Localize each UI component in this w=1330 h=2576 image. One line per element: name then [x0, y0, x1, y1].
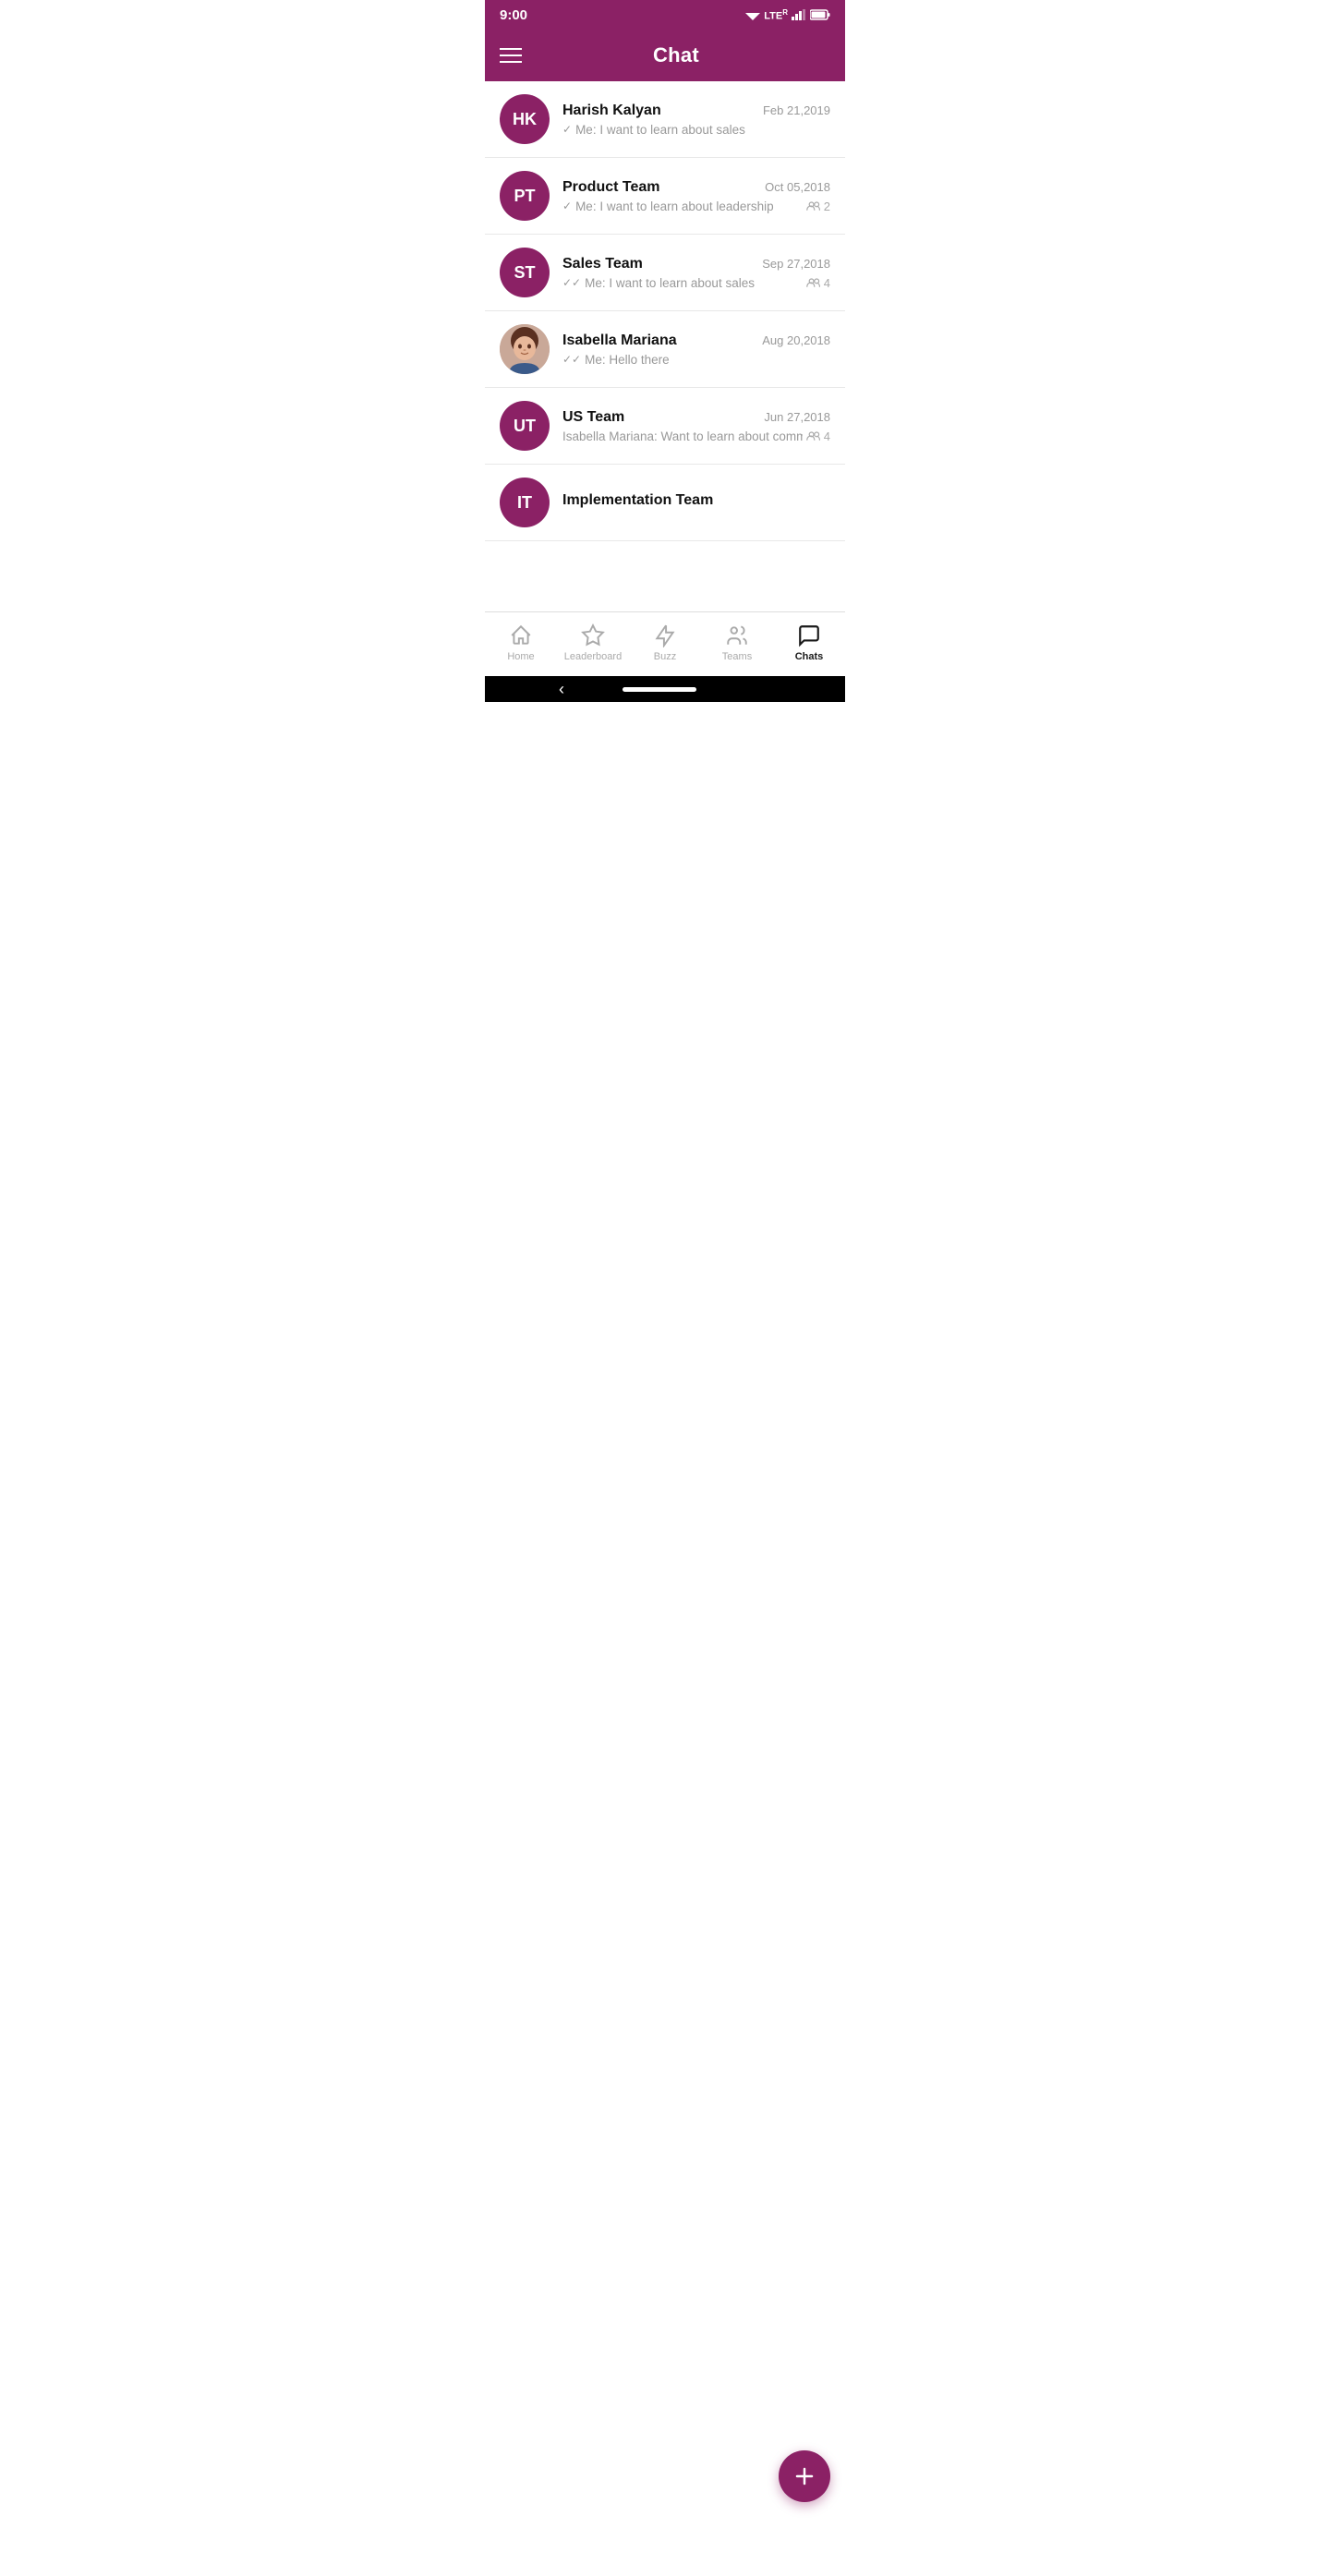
nav-item-teams[interactable]: Teams — [701, 612, 773, 672]
chat-preview: ✓✓ Me: I want to learn about sales — [562, 276, 755, 290]
chat-preview: ✓✓ Me: Hello there — [562, 353, 670, 367]
chat-top-row: US Team Jun 27,2018 — [562, 409, 830, 426]
leaderboard-icon — [581, 623, 605, 647]
members-icon — [806, 200, 821, 212]
back-button[interactable]: ‹ — [559, 680, 564, 699]
chat-content: Sales Team Sep 27,2018 ✓✓ Me: I want to … — [562, 256, 830, 290]
hamburger-menu[interactable] — [500, 48, 522, 63]
status-time: 9:00 — [500, 7, 527, 23]
avatar-product-team: PT — [500, 171, 550, 221]
chat-date: Aug 20,2018 — [762, 333, 830, 347]
members-badge: 4 — [806, 429, 830, 443]
checkmark-double: ✓✓ — [562, 353, 581, 366]
nav-label-chats: Chats — [795, 651, 824, 662]
chat-date: Sep 27,2018 — [762, 257, 830, 271]
chat-date: Oct 05,2018 — [765, 180, 830, 194]
nav-item-buzz[interactable]: Buzz — [629, 612, 701, 672]
members-badge: 2 — [806, 200, 830, 213]
chat-date: Feb 21,2019 — [763, 103, 830, 117]
chat-date: Jun 27,2018 — [764, 410, 830, 424]
chat-bottom-row: ✓✓ Me: Hello there — [562, 353, 830, 367]
chat-item-product-team[interactable]: PT Product Team Oct 05,2018 ✓ Me: I want… — [485, 158, 845, 235]
chat-item-implementation-team[interactable]: IT Implementation Team — [485, 465, 845, 541]
chat-preview: Isabella Mariana: Want to learn about co… — [562, 429, 803, 443]
nav-item-home[interactable]: Home — [485, 612, 557, 672]
members-icon — [806, 430, 821, 441]
chat-preview: ✓ Me: I want to learn about sales — [562, 123, 745, 137]
plus-icon — [793, 2465, 816, 2487]
chats-icon — [797, 623, 821, 647]
avatar-sales-team: ST — [500, 248, 550, 297]
chat-item-sales-team[interactable]: ST Sales Team Sep 27,2018 ✓✓ Me: I want … — [485, 235, 845, 311]
chat-name: Harish Kalyan — [562, 103, 661, 119]
chat-name: Sales Team — [562, 256, 643, 272]
chat-content: Product Team Oct 05,2018 ✓ Me: I want to… — [562, 179, 830, 213]
chat-preview: ✓ Me: I want to learn about leadership — [562, 200, 774, 213]
signal-icon — [792, 9, 806, 20]
chat-name: US Team — [562, 409, 624, 426]
status-icons: LTER — [745, 8, 830, 22]
chat-content: Harish Kalyan Feb 21,2019 ✓ Me: I want t… — [562, 103, 830, 137]
chat-bottom-row: ✓✓ Me: I want to learn about sales 4 — [562, 276, 830, 290]
battery-icon — [810, 9, 830, 20]
nav-item-chats[interactable]: Chats — [773, 612, 845, 672]
checkmark-single: ✓ — [562, 200, 572, 212]
chat-name: Product Team — [562, 179, 660, 196]
checkmark-double: ✓✓ — [562, 276, 581, 289]
chat-item-harish-kalyan[interactable]: HK Harish Kalyan Feb 21,2019 ✓ Me: I wan… — [485, 81, 845, 158]
chat-bottom-row: ✓ Me: I want to learn about sales — [562, 123, 830, 137]
chat-top-row: Isabella Mariana Aug 20,2018 — [562, 333, 830, 349]
chat-top-row: Harish Kalyan Feb 21,2019 — [562, 103, 830, 119]
home-bar: ‹ — [485, 676, 845, 702]
app-header: Chat — [485, 30, 845, 81]
chat-top-row: Product Team Oct 05,2018 — [562, 179, 830, 196]
avatar-us-team: UT — [500, 401, 550, 451]
avatar-img — [500, 324, 550, 374]
bottom-nav: Home Leaderboard Buzz Teams Chats — [485, 611, 845, 676]
buzz-icon — [653, 623, 677, 647]
nav-item-leaderboard[interactable]: Leaderboard — [557, 612, 629, 672]
status-bar: 9:00 LTER — [485, 0, 845, 30]
avatar-harish-kalyan: HK — [500, 94, 550, 144]
chat-item-isabella-mariana[interactable]: Isabella Mariana Aug 20,2018 ✓✓ Me: Hell… — [485, 311, 845, 388]
chat-name: Isabella Mariana — [562, 333, 677, 349]
home-indicator — [623, 687, 696, 692]
teams-icon — [725, 623, 749, 647]
nav-label-teams: Teams — [722, 651, 752, 662]
lte-label: LTER — [764, 8, 788, 22]
chat-item-us-team[interactable]: UT US Team Jun 27,2018 Isabella Mariana:… — [485, 388, 845, 465]
chat-content: Isabella Mariana Aug 20,2018 ✓✓ Me: Hell… — [562, 333, 830, 367]
page-title: Chat — [522, 43, 830, 67]
avatar-implementation-team: IT — [500, 478, 550, 527]
chat-bottom-row: ✓ Me: I want to learn about leadership 2 — [562, 200, 830, 213]
chat-bottom-row: Isabella Mariana: Want to learn about co… — [562, 429, 830, 443]
avatar-isabella-mariana — [500, 324, 550, 374]
chat-top-row: Sales Team Sep 27,2018 — [562, 256, 830, 272]
home-icon — [509, 623, 533, 647]
chat-name: Implementation Team — [562, 492, 713, 509]
nav-label-buzz: Buzz — [654, 651, 676, 662]
members-badge: 4 — [806, 276, 830, 290]
nav-label-leaderboard: Leaderboard — [564, 651, 622, 662]
checkmark-single: ✓ — [562, 123, 572, 136]
new-chat-fab[interactable] — [779, 2450, 830, 2502]
chat-content: US Team Jun 27,2018 Isabella Mariana: Wa… — [562, 409, 830, 443]
chat-content: Implementation Team — [562, 492, 830, 513]
members-icon — [806, 277, 821, 288]
chat-top-row: Implementation Team — [562, 492, 830, 509]
nav-label-home: Home — [507, 651, 534, 662]
chat-list: HK Harish Kalyan Feb 21,2019 ✓ Me: I wan… — [485, 81, 845, 611]
wifi-icon — [745, 9, 760, 20]
